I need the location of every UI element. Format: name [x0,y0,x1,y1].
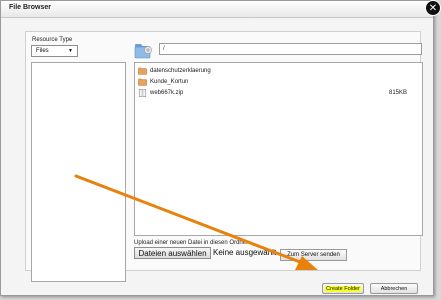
choose-files-button[interactable]: Dateien auswählen [134,247,211,259]
list-item[interactable]: web667k.zip 815KB [138,88,421,98]
upload-label: Upload einer neuen Datei in diesen Ordne… [134,240,249,246]
path-value: / [163,46,165,52]
create-folder-label: Create Folder [325,286,361,292]
folder-icon [138,78,147,86]
folder-icon [138,67,147,75]
dialog-title: File Browser [9,4,52,11]
resource-type-label: Resource Type [32,37,73,43]
list-item[interactable]: Kunde_Kortun [138,77,421,87]
file-name: web667k.zip [150,90,184,96]
file-icon [138,89,147,97]
titlebar: File Browser [1,1,433,18]
resource-type-select[interactable]: Files ▼ [31,45,78,57]
file-name: datenschutzerklaerung [150,68,211,74]
file-size: 815KB [388,90,407,96]
file-name: Kunde_Kortun [150,79,189,85]
chevron-down-icon: ▼ [68,48,73,54]
folder-icon [134,44,152,59]
list-item[interactable]: datenschutzerklaerung [138,66,421,76]
close-icon[interactable]: ✕ [425,0,441,16]
create-folder-button[interactable]: Create Folder [322,283,364,294]
file-list[interactable]: datenschutzerklaerung Kunde_Kortun web66… [134,62,423,236]
folder-tree-panel[interactable] [31,62,126,282]
send-to-server-button[interactable]: Zum Server senden [280,249,347,261]
resource-type-value: Files [36,48,49,54]
path-input[interactable]: / [159,43,422,55]
cancel-button[interactable]: Abbrechen [370,283,418,294]
no-file-selected-text: Keine ausgewählt [213,248,277,257]
